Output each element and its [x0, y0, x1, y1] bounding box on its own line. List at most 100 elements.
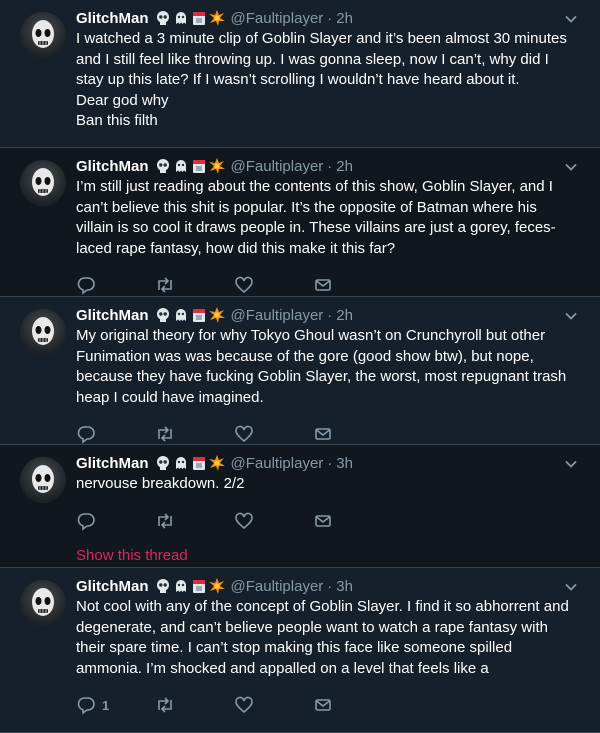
retweet-button[interactable]	[155, 511, 234, 531]
alien-ghost-icon	[173, 455, 189, 471]
skull-icon	[155, 578, 171, 594]
message-icon	[315, 514, 331, 527]
like-icon	[235, 425, 253, 443]
message-button[interactable]	[313, 275, 392, 295]
message-icon	[315, 699, 331, 711]
avatar[interactable]	[20, 457, 66, 503]
explosion-icon	[208, 455, 225, 471]
skull-icon	[155, 10, 171, 26]
name-badges	[155, 578, 225, 594]
separator: ·	[327, 9, 333, 27]
reply-button[interactable]: 1	[76, 695, 155, 715]
retweet-icon	[158, 512, 172, 529]
message-button[interactable]	[313, 695, 392, 715]
tweet[interactable]: GlitchMan @Faultiplayer · 2h My original…	[0, 297, 600, 445]
display-name[interactable]: GlitchMan	[76, 578, 149, 595]
skull-icon	[155, 158, 171, 174]
tweet[interactable]: GlitchMan @Faultiplayer · 2h I’m still j…	[0, 148, 600, 297]
chevron-down-icon[interactable]	[564, 457, 578, 471]
calendar-icon	[191, 307, 207, 323]
avatar[interactable]	[20, 160, 66, 206]
chevron-down-icon[interactable]	[564, 12, 578, 26]
user-handle[interactable]: @Faultiplayer	[231, 307, 324, 324]
retweet-button[interactable]	[155, 424, 234, 444]
tweet[interactable]: GlitchMan @Faultiplayer · 3h Not cool wi…	[0, 568, 600, 733]
timeline: GlitchMan @Faultiplayer · 2h I watched a…	[0, 0, 600, 733]
tweet-header: GlitchMan @Faultiplayer · 3h	[76, 576, 570, 596]
reply-button[interactable]	[76, 275, 155, 295]
show-thread-link[interactable]: Show this thread	[76, 547, 570, 566]
tweet-text: I watched a 3 minute clip of Goblin Slay…	[76, 30, 567, 129]
explosion-icon	[208, 10, 225, 26]
tweet-text: nervouse breakdown. 2/2	[76, 475, 245, 492]
user-handle[interactable]: @Faultiplayer	[231, 578, 324, 595]
chevron-down-icon[interactable]	[564, 309, 578, 323]
calendar-icon	[191, 10, 207, 26]
retweet-icon	[158, 277, 172, 293]
reply-button[interactable]	[76, 511, 155, 531]
like-icon	[235, 276, 253, 294]
avatar[interactable]	[20, 580, 66, 626]
tweet-header: GlitchMan @Faultiplayer · 3h	[76, 453, 570, 473]
display-name[interactable]: GlitchMan	[76, 10, 149, 27]
display-name[interactable]: GlitchMan	[76, 307, 149, 324]
like-button[interactable]	[234, 275, 313, 295]
like-button[interactable]	[234, 511, 313, 531]
display-name[interactable]: GlitchMan	[76, 158, 149, 175]
timestamp[interactable]: 2h	[336, 307, 353, 324]
user-handle[interactable]: @Faultiplayer	[231, 10, 324, 27]
avatar[interactable]	[20, 12, 66, 58]
alien-ghost-icon	[173, 158, 189, 174]
skull-icon	[155, 455, 171, 471]
reply-icon	[77, 512, 95, 531]
chevron-down-icon[interactable]	[564, 580, 578, 594]
reply-icon	[77, 277, 95, 295]
message-icon	[315, 279, 331, 291]
alien-ghost-icon	[173, 578, 189, 594]
tweet[interactable]: GlitchMan @Faultiplayer · 3h nervouse br…	[0, 445, 600, 568]
calendar-icon	[191, 158, 207, 174]
retweet-button[interactable]	[155, 695, 234, 715]
like-button[interactable]	[234, 695, 313, 715]
separator: ·	[327, 577, 333, 595]
like-button[interactable]	[234, 424, 313, 444]
tweet-actions: 1	[76, 685, 570, 725]
timestamp[interactable]: 3h	[336, 578, 353, 595]
like-icon	[235, 512, 253, 529]
retweet-icon	[158, 697, 172, 713]
timestamp[interactable]: 2h	[336, 158, 353, 175]
reply-icon	[77, 697, 95, 715]
name-badges	[155, 10, 225, 26]
tweet[interactable]: GlitchMan @Faultiplayer · 2h I watched a…	[0, 0, 600, 168]
explosion-icon	[208, 158, 225, 174]
timestamp[interactable]: 3h	[336, 455, 353, 472]
chevron-down-icon[interactable]	[564, 160, 578, 174]
tweet-header: GlitchMan @Faultiplayer · 2h	[76, 156, 570, 176]
explosion-icon	[208, 578, 225, 594]
tweet-text: Not cool with any of the concept of Gobl…	[76, 598, 573, 677]
tweet-text: My original theory for why Tokyo Ghoul w…	[76, 327, 571, 406]
alien-ghost-icon	[173, 307, 189, 323]
retweet-icon	[158, 426, 172, 442]
avatar[interactable]	[20, 309, 66, 355]
name-badges	[155, 307, 225, 323]
tweet-header: GlitchMan @Faultiplayer · 2h	[76, 305, 570, 325]
message-button[interactable]	[313, 424, 392, 444]
separator: ·	[327, 306, 333, 324]
tweet-header: GlitchMan @Faultiplayer · 2h	[76, 8, 570, 28]
user-handle[interactable]: @Faultiplayer	[231, 455, 324, 472]
calendar-icon	[191, 455, 207, 471]
display-name[interactable]: GlitchMan	[76, 455, 149, 472]
explosion-icon	[208, 307, 225, 323]
name-badges	[155, 158, 225, 174]
reply-button[interactable]	[76, 424, 155, 444]
calendar-icon	[191, 578, 207, 594]
retweet-button[interactable]	[155, 275, 234, 295]
timestamp[interactable]: 2h	[336, 10, 353, 27]
separator: ·	[327, 157, 333, 175]
skull-icon	[155, 307, 171, 323]
reply-count: 1	[102, 697, 110, 713]
user-handle[interactable]: @Faultiplayer	[231, 158, 324, 175]
message-button[interactable]	[313, 511, 392, 531]
name-badges	[155, 455, 225, 471]
